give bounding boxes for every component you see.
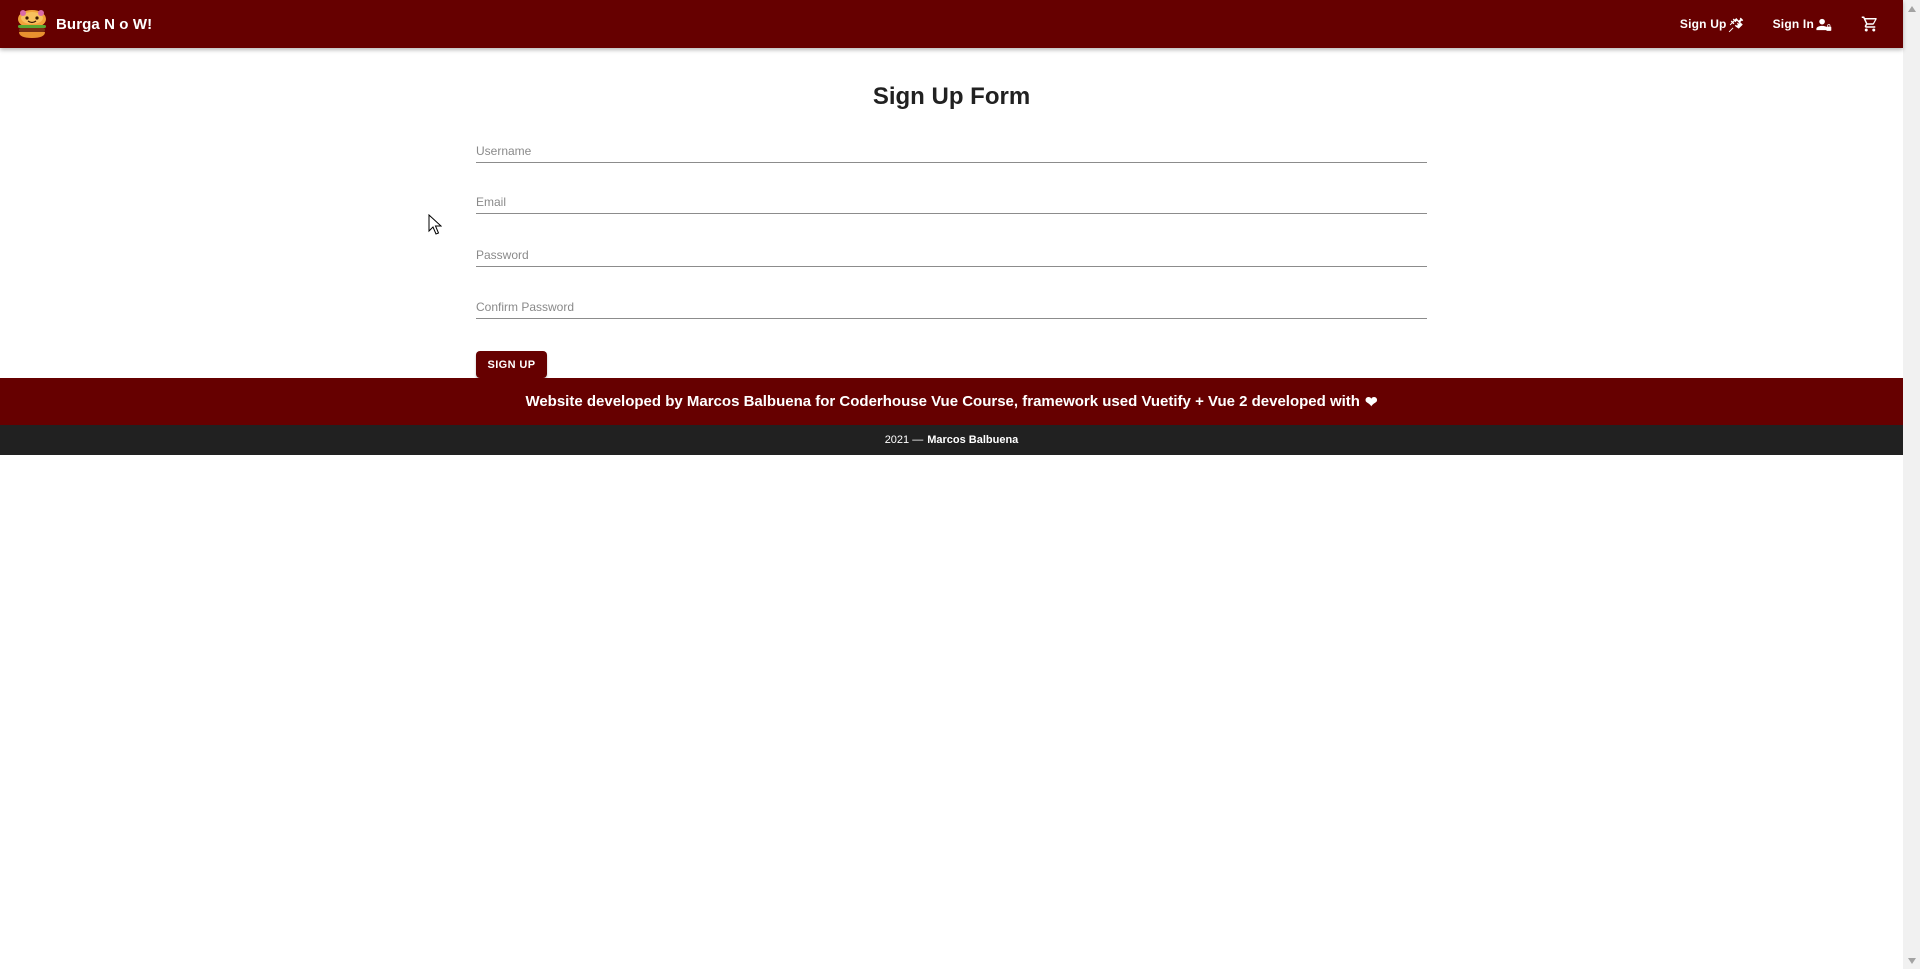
brand-title: Burga N o W! bbox=[56, 15, 153, 33]
copyright-year: 2021 — bbox=[884, 434, 924, 446]
vertical-scrollbar[interactable] bbox=[1903, 0, 1920, 969]
username-field bbox=[476, 127, 1427, 163]
sign-up-nav-label: Sign Up bbox=[1679, 17, 1727, 31]
heart-icon: ❤ bbox=[1364, 393, 1378, 411]
syringe-icon bbox=[1728, 17, 1743, 32]
footer-credits: Website developed by Marcos Balbuena for… bbox=[0, 378, 1903, 425]
password-field bbox=[476, 231, 1427, 267]
mouse-pointer-icon bbox=[428, 214, 442, 235]
copyright-author: Marcos Balbuena bbox=[927, 434, 1019, 446]
form-title: Sign Up Form bbox=[872, 83, 1031, 110]
confirm-password-field bbox=[476, 283, 1427, 319]
sign-in-nav-label: Sign In bbox=[1772, 17, 1814, 31]
cart-button[interactable] bbox=[1852, 6, 1888, 42]
confirm-password-input[interactable] bbox=[476, 283, 1427, 319]
username-input[interactable] bbox=[476, 127, 1427, 163]
account-lock-icon bbox=[1816, 18, 1832, 31]
app-bar: Burga N o W! Sign Up Sign In bbox=[0, 0, 1903, 48]
copyright-bar: 2021 — Marcos Balbuena bbox=[0, 425, 1903, 455]
email-input[interactable] bbox=[476, 178, 1427, 214]
scroll-up-arrow-icon[interactable] bbox=[1903, 0, 1920, 17]
burger-logo-icon bbox=[18, 10, 46, 38]
sign-up-nav-button[interactable]: Sign Up bbox=[1672, 6, 1753, 42]
sign-up-button[interactable]: SIGN UP bbox=[476, 351, 547, 378]
brand-link[interactable]: Burga N o W! bbox=[14, 6, 152, 42]
email-field bbox=[476, 178, 1427, 214]
cart-icon bbox=[1861, 16, 1877, 32]
footer-message: Website developed by Marcos Balbuena for… bbox=[525, 393, 1360, 410]
sign-in-nav-button[interactable]: Sign In bbox=[1765, 6, 1840, 42]
scroll-down-arrow-icon[interactable] bbox=[1903, 952, 1920, 969]
password-input[interactable] bbox=[476, 231, 1427, 267]
